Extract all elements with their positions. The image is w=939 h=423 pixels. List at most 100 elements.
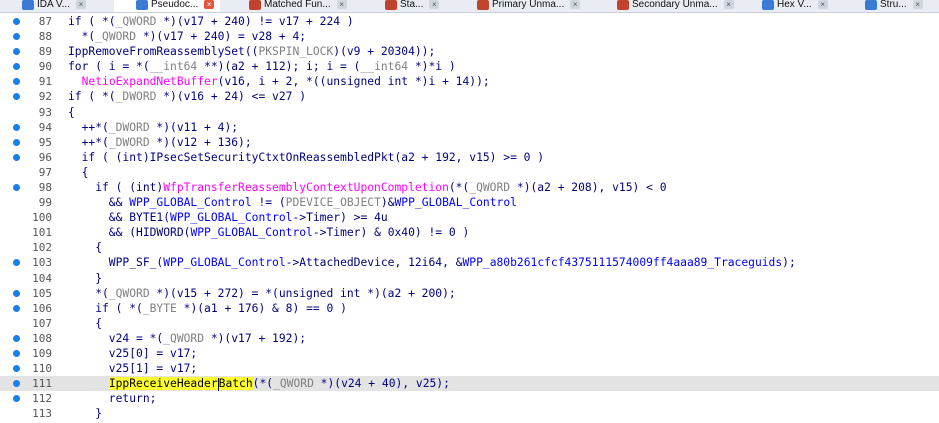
tab-statistics[interactable]: Sta... ×	[363, 0, 449, 12]
line-number: 93	[38, 105, 52, 119]
breakpoint-dot-icon[interactable]	[13, 138, 20, 146]
breakpoint-dot-icon[interactable]	[13, 183, 20, 191]
tab-label: Hex V...	[777, 0, 812, 10]
code-token: __int64	[149, 60, 198, 74]
breakpoint-dot-icon[interactable]	[13, 304, 20, 312]
code-line[interactable]: 103 WPP_SF_(WPP_GLOBAL_Control->Attached…	[0, 255, 939, 270]
code-token: );	[782, 256, 796, 270]
code-text: WPP_SF_(WPP_GLOBAL_Control->AttachedDevi…	[68, 255, 796, 270]
code-token: )&	[380, 196, 395, 210]
code-line[interactable]: 95 ++*(_DWORD *)(v12 + 136);	[0, 135, 939, 150]
code-line[interactable]: 111 IppReceiveHeaderBatch(*(_QWORD *)(v2…	[0, 376, 939, 392]
close-icon[interactable]: ×	[75, 0, 86, 9]
code-token: (*(	[448, 180, 470, 194]
code-text: for ( i = *(__int64 **)(a2 + 112); i; i …	[68, 59, 456, 74]
code-line[interactable]: 99 && WPP_GLOBAL_Control != (PDEVICE_OBJ…	[0, 195, 939, 210]
code-token: *)(v17 + 240) != v17 + 224 )	[156, 15, 354, 28]
breakpoint-dot-icon[interactable]	[13, 63, 20, 71]
breakpoint-dot-icon[interactable]	[13, 48, 20, 56]
code-token: PDEVICE_OBJECT	[285, 196, 381, 210]
code-token: _QWORD	[108, 286, 150, 300]
code-token: _DWORD	[115, 90, 157, 104]
tab-label: Stru...	[880, 0, 907, 10]
close-icon[interactable]: ×	[429, 0, 440, 9]
close-icon[interactable]: ×	[817, 0, 828, 9]
code-token: WPP_GLOBAL_Control	[163, 256, 286, 270]
code-token: _QWORD	[95, 30, 137, 44]
code-line[interactable]: 88 *(_QWORD *)(v17 + 240) = v28 + 4;	[0, 29, 939, 44]
code-line[interactable]: 92 if ( *(_DWORD *)(v16 + 24) <= v27 )	[0, 89, 939, 104]
code-line[interactable]: 91 NetioExpandNetBuffer(v16, i + 2, *((u…	[0, 74, 939, 89]
close-icon[interactable]: ×	[912, 0, 923, 9]
code-line[interactable]: 102 {	[0, 240, 939, 255]
breakpoint-dot-icon[interactable]	[13, 78, 20, 86]
breakpoint-dot-icon[interactable]	[13, 33, 20, 41]
code-text: {	[68, 165, 89, 180]
breakpoint-dot-icon[interactable]	[13, 334, 20, 342]
code-line[interactable]: 108 v24 = *(_QWORD *)(v17 + 192);	[0, 331, 939, 346]
code-text: if ( *(_DWORD *)(v16 + 24) <= v27 )	[68, 89, 306, 104]
breakpoint-dot-icon[interactable]	[13, 123, 20, 131]
code-line[interactable]: 89 IppRemoveFromReassemblySet((PKSPIN_LOC…	[0, 44, 939, 59]
code-line[interactable]: 109 v25[0] = v17;	[0, 346, 939, 361]
code-text: *(_QWORD *)(v17 + 240) = v28 + 4;	[68, 29, 306, 44]
close-icon[interactable]: ×	[723, 0, 734, 9]
code-line[interactable]: 93 {	[0, 105, 939, 120]
breakpoint-dot-icon[interactable]	[13, 18, 20, 25]
code-token: if ( (int)	[68, 180, 164, 194]
tab-primary-unmatched[interactable]: Primary Unma... ×	[455, 0, 589, 12]
tab-hex-view[interactable]: Hex V... ×	[740, 0, 837, 12]
code-line[interactable]: 101 && (HIDWORD(WPP_GLOBAL_Control->Time…	[0, 225, 939, 240]
breakpoint-dot-icon[interactable]	[13, 365, 20, 373]
code-line[interactable]: 96 if ( (int)IPsecSetSecurityCtxtOnReass…	[0, 150, 939, 165]
code-token: != (	[251, 196, 286, 210]
close-icon[interactable]: ×	[570, 0, 581, 9]
code-line[interactable]: 105 *(_QWORD *)(v15 + 272) = *(unsigned …	[0, 286, 939, 301]
code-line[interactable]: 87 if ( *(_QWORD *)(v17 + 240) != v17 + 2…	[0, 14, 939, 29]
line-number: 96	[38, 150, 52, 164]
tab-structures[interactable]: Stru... ×	[843, 0, 939, 12]
breakpoint-dot-icon[interactable]	[13, 349, 20, 357]
code-text: }	[68, 271, 102, 286]
code-token: {	[68, 241, 103, 255]
line-number: 88	[38, 30, 52, 44]
line-number: 102	[32, 241, 52, 255]
code-token: if ( (int)IPsecSetSecurityCtxtOnReassemb…	[68, 150, 545, 164]
code-token: if ( *(	[68, 301, 143, 315]
code-token: WPP_GLOBAL_Control	[170, 211, 293, 225]
code-token: *(	[68, 286, 109, 300]
breakpoint-dot-icon[interactable]	[13, 395, 20, 403]
line-number: 100	[32, 211, 52, 225]
breakpoint-dot-icon[interactable]	[13, 153, 20, 161]
code-line[interactable]: 97 {	[0, 165, 939, 180]
code-line[interactable]: 107 {	[0, 316, 939, 331]
code-text: ++*(_DWORD *)(v11 + 4);	[68, 120, 238, 135]
code-line[interactable]: 94 ++*(_DWORD *)(v11 + 4);	[0, 120, 939, 135]
line-number: 94	[38, 120, 52, 134]
line-number: 99	[38, 196, 52, 210]
code-token: _QWORD	[115, 15, 157, 28]
breakpoint-dot-icon[interactable]	[13, 289, 20, 297]
code-line[interactable]: 100 && BYTE1(WPP_GLOBAL_Control->Timer) …	[0, 210, 939, 225]
tab-pseudocode[interactable]: Pseudoc... ×	[114, 0, 220, 12]
code-text: {	[68, 105, 75, 120]
code-token: ++*(	[68, 120, 109, 134]
code-line[interactable]: 106 if ( *(_BYTE *)(a1 + 176) & 8) == 0 …	[0, 301, 939, 316]
breakpoint-dot-icon[interactable]	[13, 259, 20, 267]
code-line[interactable]: 104 }	[0, 271, 939, 286]
code-line[interactable]: 90 for ( i = *(__int64 **)(a2 + 112); i; …	[0, 59, 939, 74]
code-line[interactable]: 110 v25[1] = v17;	[0, 361, 939, 376]
close-icon[interactable]: ×	[204, 0, 215, 9]
code-token: && BYTE1(	[68, 211, 171, 225]
tab-secondary-unmatched[interactable]: Secondary Unma... ×	[595, 0, 734, 12]
code-line[interactable]: 98 if ( (int)WfpTransferReassemblyContex…	[0, 180, 939, 195]
tab-matched-functions[interactable]: Matched Fun... ×	[227, 0, 357, 12]
breakpoint-dot-icon[interactable]	[13, 93, 20, 101]
pseudocode-icon	[136, 0, 148, 10]
tab-ida-view[interactable]: IDA V... ×	[0, 0, 108, 12]
pseudocode-editor[interactable]: 87 if ( *(_QWORD *)(v17 + 240) != v17 + 2…	[0, 12, 939, 423]
code-line[interactable]: 112 return;	[0, 391, 939, 406]
tab-label: Pseudoc...	[151, 0, 199, 10]
breakpoint-dot-icon[interactable]	[13, 380, 20, 388]
close-icon[interactable]: ×	[336, 0, 347, 9]
